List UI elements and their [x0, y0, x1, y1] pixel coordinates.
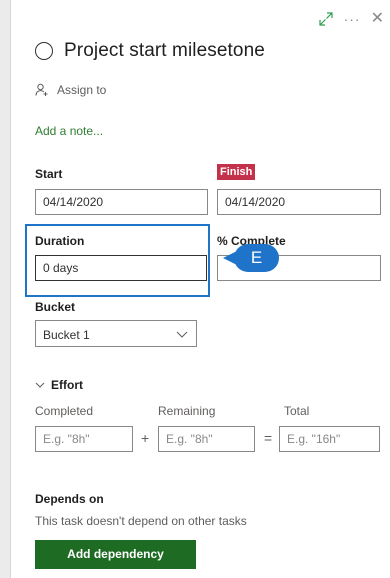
finish-label: Finish — [217, 164, 256, 180]
chevron-down-icon — [35, 382, 45, 388]
bucket-value: Bucket 1 — [43, 328, 90, 342]
close-icon[interactable]: ✕ — [371, 11, 384, 27]
start-label: Start — [35, 167, 63, 181]
remaining-label: Remaining — [158, 404, 216, 418]
plus-sign: + — [141, 430, 150, 446]
complete-circle-checkbox[interactable] — [35, 42, 53, 60]
assign-to-label: Assign to — [57, 83, 107, 97]
title-row: Project start milesetone — [35, 40, 265, 62]
finish-badge: Finish — [217, 164, 256, 180]
task-details-panel: ··· ✕ Project start milesetone Assign to… — [10, 0, 390, 578]
add-note-link[interactable]: Add a note... — [35, 124, 103, 138]
start-date-input[interactable]: 04/14/2020 — [35, 189, 208, 215]
panel-actions: ··· ✕ — [318, 10, 384, 28]
completed-label: Completed — [35, 404, 94, 418]
depends-on-title: Depends on — [35, 492, 104, 506]
finish-date-input[interactable]: 04/14/2020 — [217, 189, 381, 215]
effort-label: Effort — [51, 378, 83, 392]
depends-on-description: This task doesn't depend on other tasks — [35, 514, 247, 528]
expand-icon[interactable] — [318, 11, 334, 27]
chevron-down-icon — [176, 331, 188, 338]
more-options-icon[interactable]: ··· — [344, 12, 361, 26]
callout-letter: E — [234, 244, 279, 272]
total-label: Total — [284, 404, 310, 418]
step-callout: E — [223, 244, 279, 272]
bucket-select[interactable]: Bucket 1 — [35, 320, 197, 347]
remaining-input[interactable]: E.g. "8h" — [158, 426, 255, 452]
duration-label: Duration — [35, 234, 85, 248]
equals-sign: = — [264, 430, 273, 446]
task-title[interactable]: Project start milesetone — [64, 40, 265, 62]
bucket-label: Bucket — [35, 300, 76, 314]
assign-to-button[interactable]: Assign to — [35, 83, 106, 97]
effort-toggle[interactable]: Effort — [35, 378, 83, 392]
duration-input[interactable]: 0 days — [35, 255, 207, 281]
add-dependency-button[interactable]: Add dependency — [35, 540, 196, 569]
total-input[interactable]: E.g. "16h" — [279, 426, 380, 452]
completed-input[interactable]: E.g. "8h" — [35, 426, 133, 452]
add-person-icon — [35, 83, 48, 96]
